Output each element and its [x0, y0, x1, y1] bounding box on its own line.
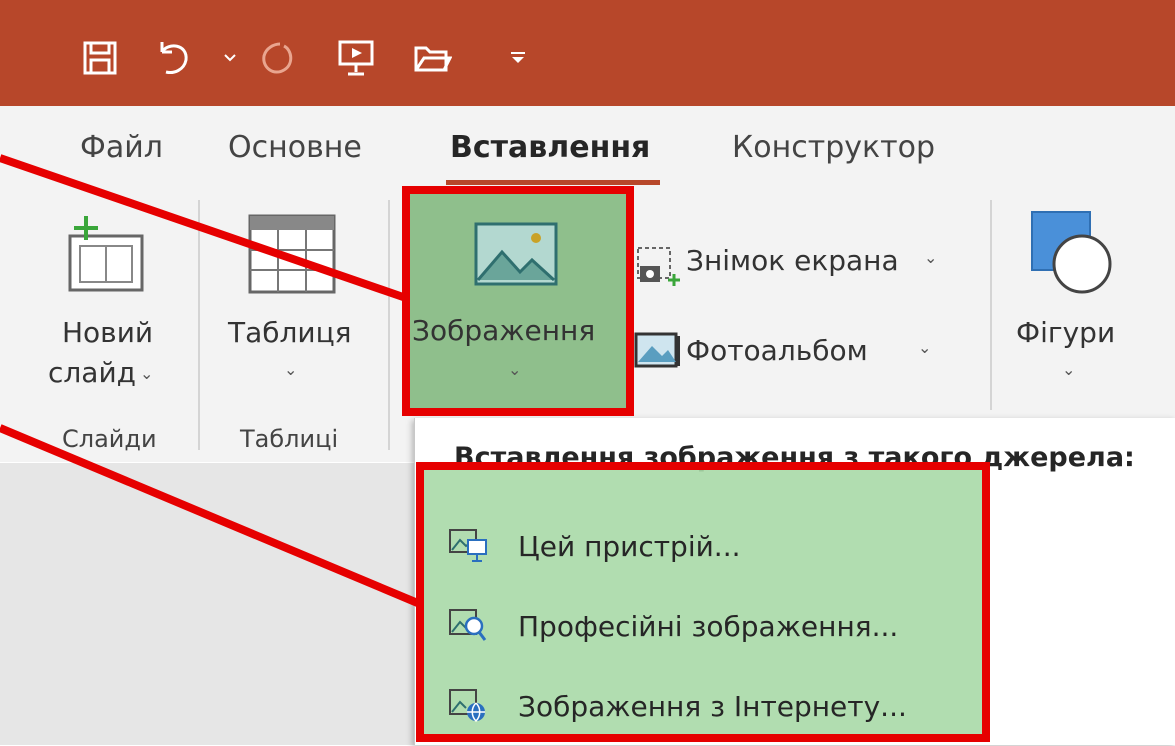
undo-icon[interactable]: [152, 36, 196, 80]
present-from-start-icon[interactable]: [334, 36, 378, 80]
customize-qat-icon[interactable]: [504, 36, 532, 80]
group-divider: [388, 200, 390, 450]
new-slide-label-line1[interactable]: Новий: [62, 316, 153, 349]
table-chevron-icon[interactable]: ⌄: [284, 360, 297, 379]
screenshot-icon[interactable]: [634, 244, 682, 288]
table-icon[interactable]: [246, 212, 338, 296]
photo-album-icon[interactable]: [632, 330, 682, 374]
annotation-box-dropdown-items: [416, 462, 990, 742]
shapes-chevron-icon[interactable]: ⌄: [1062, 360, 1075, 379]
photo-album-chevron-icon[interactable]: ⌄: [918, 338, 931, 357]
annotation-box-images-button: [402, 186, 634, 416]
tab-file[interactable]: Файл: [80, 130, 163, 165]
photo-album-label[interactable]: Фотоальбом: [686, 334, 868, 367]
new-slide-chevron-icon[interactable]: ⌄: [140, 364, 153, 383]
table-label[interactable]: Таблиця: [228, 316, 352, 349]
undo-dropdown-chevron-icon[interactable]: [218, 36, 242, 80]
group-divider: [198, 200, 200, 450]
save-icon[interactable]: [78, 36, 122, 80]
redo-icon[interactable]: [256, 36, 300, 80]
screenshot-chevron-icon[interactable]: ⌄: [924, 248, 937, 267]
slide-thumbnail-pane: [0, 463, 414, 745]
tab-home[interactable]: Основне: [228, 130, 362, 165]
open-folder-icon[interactable]: [410, 36, 454, 80]
group-slides-label: Слайди: [62, 425, 157, 453]
group-tables-label: Таблиці: [240, 425, 339, 453]
shapes-icon[interactable]: [1026, 208, 1116, 298]
active-tab-indicator: [446, 180, 660, 185]
tab-design[interactable]: Конструктор: [732, 130, 935, 165]
new-slide-icon[interactable]: [58, 214, 154, 294]
group-divider: [990, 200, 992, 410]
tab-insert[interactable]: Вставлення: [450, 130, 650, 165]
screenshot-label[interactable]: Знімок екрана: [686, 244, 899, 277]
new-slide-label-line2[interactable]: слайд: [48, 356, 136, 389]
shapes-label[interactable]: Фігури: [1016, 316, 1115, 349]
